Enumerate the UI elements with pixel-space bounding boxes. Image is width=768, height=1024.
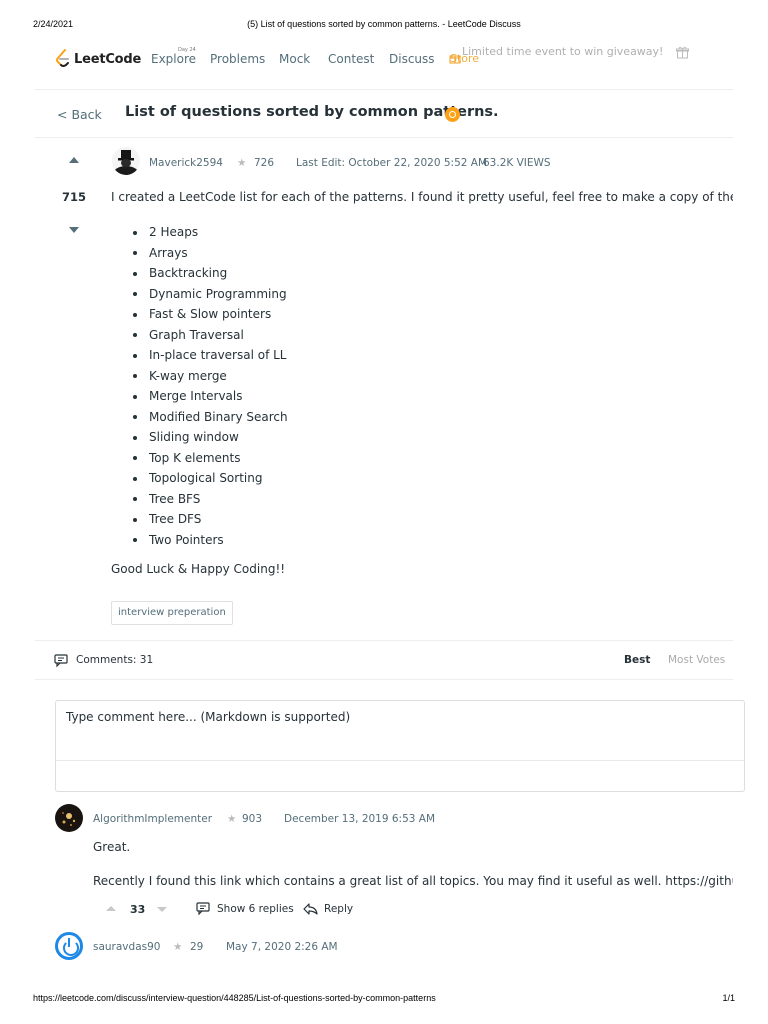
comment-date: December 13, 2019 6:53 AM — [284, 813, 436, 825]
leetcode-logo-icon — [56, 49, 69, 67]
comment-upvote-icon[interactable] — [106, 906, 116, 911]
print-header: 2/24/2021 (5) List of questions sorted b… — [0, 19, 768, 31]
avatar-image — [55, 804, 83, 832]
nav-mock[interactable]: Mock — [279, 52, 310, 66]
list-item[interactable]: Backtracking — [133, 263, 288, 284]
star-icon: ★ — [227, 813, 237, 825]
reply-icon — [303, 903, 318, 915]
list-item[interactable]: Tree BFS — [133, 489, 288, 510]
star-icon: ★ — [173, 941, 183, 953]
downvote-icon[interactable] — [69, 227, 79, 233]
comment-input[interactable]: Type comment here... (Markdown is suppor… — [55, 700, 745, 792]
sort-best-tab[interactable]: Best — [624, 654, 650, 666]
back-link[interactable]: < Back — [57, 107, 102, 122]
list-item[interactable]: Dynamic Programming — [133, 284, 288, 305]
reply-button[interactable]: Reply — [324, 903, 353, 915]
comment-text: Great. — [93, 840, 131, 854]
list-item[interactable]: Arrays — [133, 243, 288, 264]
promo-banner-text[interactable]: Limited time event to win giveaway! — [462, 45, 663, 58]
last-edit: Last Edit: October 22, 2020 5:52 AM — [296, 157, 488, 169]
list-item[interactable]: Sliding window — [133, 427, 288, 448]
post-closing: Good Luck & Happy Coding!! — [111, 562, 286, 576]
nav-explore[interactable]: Explore — [151, 52, 196, 66]
comment-author-reputation: 29 — [190, 941, 204, 953]
author-reputation: 726 — [254, 157, 275, 169]
sort-most-votes-tab[interactable]: Most Votes — [668, 654, 725, 666]
list-item[interactable]: 2 Heaps — [133, 222, 288, 243]
author-avatar[interactable] — [112, 147, 140, 175]
top-navbar: LeetCode Day 24 Explore Problems Mock Co… — [0, 40, 768, 80]
list-item[interactable]: Merge Intervals — [133, 386, 288, 407]
print-page-number: 1/1 — [722, 993, 735, 1003]
list-item[interactable]: Modified Binary Search — [133, 407, 288, 428]
star-icon: ★ — [237, 157, 247, 169]
title-divider — [35, 137, 733, 138]
comment-date: May 7, 2020 2:26 AM — [226, 941, 338, 953]
avatar[interactable] — [55, 804, 83, 832]
logo-text: LeetCode — [74, 51, 142, 67]
avatar-image — [112, 147, 140, 175]
show-replies-button[interactable]: Show 6 replies — [217, 903, 294, 915]
post-intro: I created a LeetCode list for each of th… — [111, 190, 733, 204]
list-item[interactable]: Topological Sorting — [133, 468, 288, 489]
list-item[interactable]: Two Pointers — [133, 530, 288, 551]
comment-downvote-icon[interactable] — [157, 907, 167, 912]
comment-icon — [54, 654, 68, 667]
topic-tag[interactable]: interview preperation — [111, 601, 233, 625]
replies-icon — [196, 902, 210, 915]
nav-contest[interactable]: Contest — [328, 52, 374, 66]
author-name[interactable]: Maverick2594 — [149, 157, 223, 169]
list-item[interactable]: Graph Traversal — [133, 325, 288, 346]
comment-author[interactable]: sauravdas90 — [93, 941, 160, 953]
vote-count: 715 — [62, 190, 87, 204]
comment-vote-count: 33 — [130, 903, 146, 916]
featured-badge-icon — [445, 107, 460, 122]
pattern-list: 2 Heaps Arrays Backtracking Dynamic Prog… — [133, 222, 288, 550]
topic-title: List of questions sorted by common patte… — [125, 104, 499, 120]
leetcode-logo[interactable]: LeetCode — [55, 49, 141, 69]
comment-input-divider — [56, 760, 744, 761]
nav-problems[interactable]: Problems — [210, 52, 265, 66]
gift-icon — [676, 46, 689, 59]
nav-divider — [35, 89, 733, 90]
view-count: 63.2K VIEWS — [483, 157, 551, 169]
comments-count: Comments: 31 — [76, 654, 154, 666]
nav-discuss[interactable]: Discuss — [389, 52, 435, 66]
list-item[interactable]: In-place traversal of LL — [133, 345, 288, 366]
print-footer: https://leetcode.com/discuss/interview-q… — [0, 993, 768, 1005]
list-item[interactable]: Tree DFS — [133, 509, 288, 530]
comments-bar: Comments: 31 Best Most Votes — [35, 640, 733, 680]
upvote-icon[interactable] — [69, 157, 79, 163]
comment-placeholder: Type comment here... (Markdown is suppor… — [66, 710, 351, 724]
post-body: I created a LeetCode list for each of th… — [111, 188, 733, 547]
print-title: (5) List of questions sorted by common p… — [247, 19, 521, 29]
list-item[interactable]: Top K elements — [133, 448, 288, 469]
list-item[interactable]: Fast & Slow pointers — [133, 304, 288, 325]
print-url: https://leetcode.com/discuss/interview-q… — [33, 993, 436, 1003]
list-item[interactable]: K-way merge — [133, 366, 288, 387]
comment-text: Recently I found this link which contain… — [93, 874, 733, 888]
comment-author-reputation: 903 — [242, 813, 263, 825]
comment-author[interactable]: AlgorithmImplementer — [93, 813, 212, 825]
avatar[interactable] — [55, 932, 83, 960]
